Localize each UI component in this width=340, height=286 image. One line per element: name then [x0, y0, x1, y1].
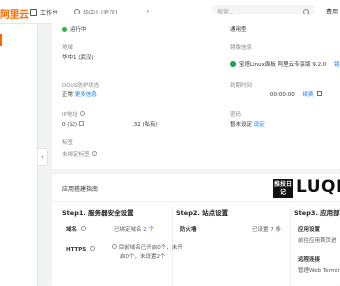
- step-separator: [290, 206, 291, 286]
- domain-value[interactable]: 已绑定域名 2 个: [114, 225, 154, 233]
- expire-value: 00:00:00 续费: [270, 90, 323, 98]
- expire-time: 00:00:00: [270, 92, 295, 98]
- sidebar-collapse-button[interactable]: ‹: [38, 148, 48, 166]
- help-icon[interactable]: [79, 111, 85, 116]
- ip-public-text: 0 (公): [62, 122, 78, 128]
- ip-label: IP地址: [62, 110, 85, 118]
- domain-label: 域名: [66, 225, 86, 233]
- password-value: 暂未设定 设定: [230, 120, 265, 128]
- step2-title: Step2. 站点设置: [176, 209, 229, 217]
- ip-private: .32 (私有): [132, 122, 158, 128]
- image-more-link[interactable]: 镜: [334, 60, 340, 68]
- chevron-left-icon: ‹: [41, 153, 44, 161]
- expire-label: 到期时间: [230, 83, 253, 89]
- tag-value: 未绑定标签: [62, 150, 97, 158]
- region-label: 地域: [62, 45, 74, 51]
- status-text: 运行中: [70, 27, 87, 33]
- edit-tag-icon[interactable]: [91, 151, 97, 156]
- ddos-value: 正常 更多信息: [62, 90, 97, 98]
- region-value: 华中1 (武汉): [62, 55, 94, 61]
- running-status-icon: [62, 26, 67, 32]
- image-value: 宝塔Linux面板 阿里云专享版 9.2.0: [230, 60, 326, 68]
- https-note-line1: 目前域名已开启0个，未开: [118, 245, 183, 251]
- https-note: 目前域名已开启0个，未开 启0个，未设置2个: [112, 244, 183, 262]
- watermark-logo-box: 推技日记: [273, 179, 293, 198]
- help-icon[interactable]: [90, 246, 96, 251]
- left-sidebar: [0, 24, 38, 286]
- firewall-value[interactable]: 已设置 7 条: [252, 225, 281, 233]
- active-indicator: [0, 34, 2, 46]
- brand-logo[interactable]: 阿里云: [0, 6, 29, 21]
- instance-info-card: 运行中 通用型 地域 华中1 (武汉) 镜像信息 宝塔Linux面板 阿里云专享…: [52, 14, 340, 169]
- password-status: 暂未设定: [230, 122, 253, 128]
- ddos-status: 正常: [62, 92, 74, 98]
- instance-status: 运行中: [62, 25, 87, 33]
- tag-label: 标签: [62, 140, 74, 146]
- help-icon[interactable]: [80, 226, 86, 231]
- image-label: 镜像信息: [230, 45, 253, 51]
- https-note-line2: 启0个，未设置2个: [120, 254, 166, 260]
- guide-title: 应用搭建指南: [62, 186, 99, 193]
- sidebar-item-active[interactable]: [0, 34, 38, 46]
- set-password-link[interactable]: 设定: [254, 122, 265, 128]
- step3-title: Step3. 应用部: [294, 209, 340, 217]
- info-icon: [112, 244, 117, 249]
- password-label: 密码: [230, 112, 242, 118]
- divider: [52, 201, 340, 202]
- remote-note[interactable]: 管理Web Termin: [298, 266, 340, 274]
- watermark-logo-text: LUQIA: [296, 177, 340, 197]
- instance-spec: 通用型: [230, 27, 247, 33]
- image-suffix: 镜: [334, 62, 340, 68]
- remote-label: 远程连接: [298, 257, 321, 263]
- app-setting-label: 应用设置: [298, 227, 321, 233]
- ddos-more-link[interactable]: 更多信息: [75, 92, 97, 98]
- copy-icon[interactable]: [79, 121, 85, 126]
- renew-link[interactable]: 续费: [302, 92, 313, 98]
- os-icon: [230, 60, 236, 67]
- ddos-label: DDoS防护状态: [62, 83, 100, 89]
- tag-value-text: 未绑定标签: [62, 152, 90, 158]
- app-setup-guide-card: 应用搭建指南 推技日记 LUQIA Step1. 服务器安全设置 Step2. …: [52, 174, 340, 286]
- external-link-icon[interactable]: [317, 91, 323, 96]
- domain-label-text: 域名: [66, 227, 78, 233]
- ip-label-text: IP地址: [62, 112, 78, 118]
- app-setting-note[interactable]: 前往应用首页进: [298, 236, 337, 244]
- image-name: 宝塔Linux面板 阿里云专享版 9.2.0: [239, 62, 327, 68]
- https-label-text: HTTPS: [66, 247, 87, 253]
- step1-title: Step1. 服务器安全设置: [62, 209, 134, 217]
- console-icon: [30, 9, 37, 16]
- https-label: HTTPS: [66, 246, 96, 253]
- firewall-label: 防火墙: [180, 227, 197, 233]
- ip-public: 0 (公): [62, 120, 85, 128]
